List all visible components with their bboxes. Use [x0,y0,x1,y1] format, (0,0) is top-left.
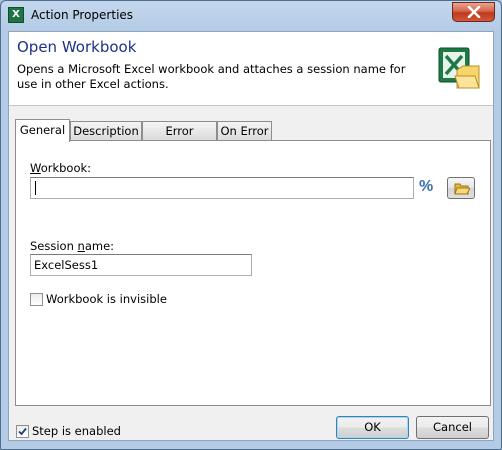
text-caret [35,181,36,195]
action-description: Opens a Microsoft Excel workbook and att… [17,62,406,91]
checkmark-icon [18,427,27,436]
ok-button[interactable]: OK [336,416,409,439]
session-name-input[interactable]: ExcelSess1 [30,254,252,276]
session-name-label: Session name: [30,239,115,253]
action-title: Open Workbook [17,38,137,56]
browse-button[interactable] [447,177,475,199]
cancel-button[interactable]: Cancel [416,416,489,439]
tab-description[interactable]: Description [70,121,142,140]
step-enabled-label: Step is enabled [32,424,121,438]
workbook-label: Workbook: [30,161,92,175]
tab-general[interactable]: General [15,119,70,142]
workbook-input[interactable] [30,177,414,199]
title-bar[interactable]: X Action Properties [1,1,501,31]
action-properties-window: X Action Properties Open Workbook Opens … [0,0,502,450]
action-header: Open Workbook Opens a Microsoft Excel wo… [9,32,493,106]
tab-on-error[interactable]: On Error [217,121,272,140]
close-icon [467,6,481,18]
dialog-client: Open Workbook Opens a Microsoft Excel wo… [8,31,494,441]
step-enabled-checkbox[interactable] [16,425,29,438]
invisible-checkbox[interactable] [30,293,43,306]
window-title: Action Properties [31,8,134,22]
excel-small-icon: X [8,7,24,23]
close-button[interactable] [452,2,495,22]
tab-error-causes[interactable]: Error Causes [142,121,217,156]
folder-open-icon [454,183,470,195]
invisible-label: Workbook is invisible [46,292,167,306]
excel-workbook-folder-icon [438,47,480,89]
variable-percent-icon[interactable]: % [419,178,433,196]
general-tab-page: Workbook: % Session name: ExcelSess1 Wor… [15,140,491,406]
